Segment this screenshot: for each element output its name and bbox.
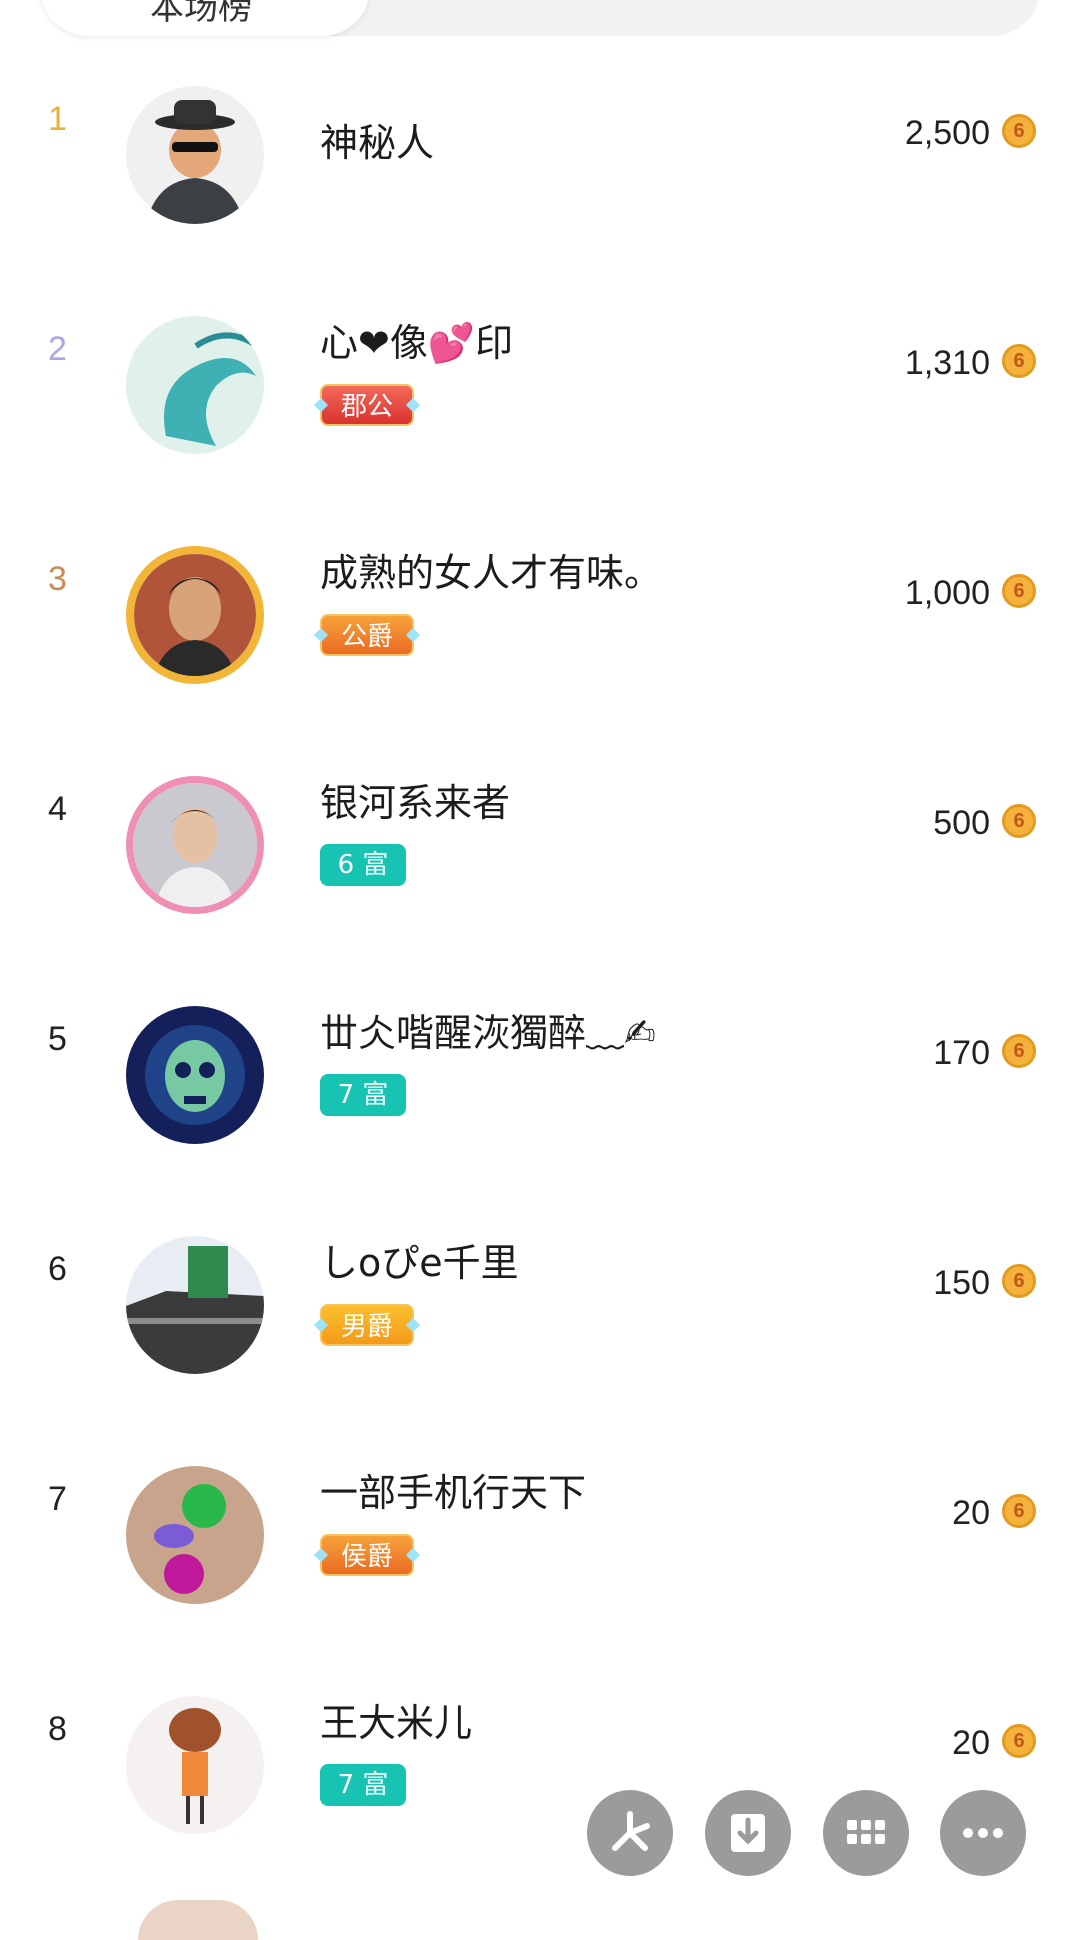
list-item[interactable]: 7 一部手机行天下 侯爵 20 6 (0, 1420, 1080, 1650)
more-button[interactable] (940, 1790, 1026, 1876)
list-item[interactable]: 3 成熟的女人才有味。 公爵 1,000 6 (0, 500, 1080, 730)
list-item[interactable]: 4 银河系来者 6 富 500 6 (0, 730, 1080, 960)
leaderboard-tabs: 本场榜 (40, 0, 1040, 36)
avatar[interactable] (126, 1236, 264, 1374)
list-item[interactable]: 6 しoぴe千里 男爵 150 6 (0, 1190, 1080, 1420)
noble-badge: 公爵 (313, 614, 421, 656)
pinwheel-button[interactable] (587, 1790, 673, 1876)
tab-label-current-session: 本场榜 (150, 0, 252, 28)
avatar[interactable] (126, 316, 264, 454)
user-name: しoぴe千里 (320, 1241, 519, 1285)
download-button[interactable] (705, 1790, 791, 1876)
more-icon (963, 1828, 1003, 1838)
noble-badge: 侯爵 (313, 1534, 421, 1576)
tab-current-session[interactable]: 本场榜 (40, 0, 370, 36)
grid-icon (847, 1820, 885, 1844)
grid-button[interactable] (823, 1790, 909, 1876)
user-name: 王大米儿 (320, 1701, 473, 1745)
score-value: 150 (933, 1264, 990, 1302)
score-value: 170 (933, 1034, 990, 1072)
noble-badge: 郡公 (313, 384, 421, 426)
list-item[interactable]: 8 王大米儿 7 富 20 6 (0, 1650, 1080, 1880)
avatar[interactable] (126, 546, 264, 684)
coin-icon: 6 (1002, 1264, 1036, 1298)
avatar[interactable] (126, 1466, 264, 1604)
rank-number: 1 (48, 100, 67, 138)
avatar[interactable] (126, 1006, 264, 1144)
coin-icon: 6 (1002, 1034, 1036, 1068)
rank-number: 2 (48, 330, 67, 368)
wealth-level-badge: 7 富 (320, 1074, 406, 1116)
rank-number: 5 (48, 1020, 67, 1058)
noble-badge: 男爵 (313, 1304, 421, 1346)
pinwheel-icon (612, 1811, 650, 1851)
score-value: 1,310 (904, 344, 990, 382)
list-item[interactable]: 1 神秘人 2,500 6 (0, 40, 1080, 270)
coin-icon: 6 (1002, 1724, 1036, 1758)
wealth-level-badge: 7 富 (320, 1764, 406, 1806)
score-value: 500 (933, 804, 990, 842)
rank-number: 4 (48, 790, 67, 828)
coin-icon: 6 (1002, 114, 1036, 148)
user-name: 一部手机行天下 (320, 1471, 587, 1515)
score-value: 1,000 (904, 574, 990, 612)
avatar[interactable] (126, 776, 264, 914)
score-value: 20 (952, 1724, 990, 1762)
avatar[interactable] (126, 1696, 264, 1834)
coin-icon: 6 (1002, 574, 1036, 608)
score-value: 2,500 (904, 114, 990, 152)
rank-number: 3 (48, 560, 67, 598)
coin-icon: 6 (1002, 1494, 1036, 1528)
list-item[interactable]: 5 丗仌喈醒洃獨醉﹏✍ 7 富 170 6 (0, 960, 1080, 1190)
user-name: 心❤像💕印 (320, 321, 514, 365)
avatar[interactable] (138, 1900, 258, 1940)
rank-number: 8 (48, 1710, 67, 1748)
list-item[interactable]: 2 心❤像💕印 郡公 1,310 6 (0, 270, 1080, 500)
rank-number: 7 (48, 1480, 67, 1518)
avatar[interactable] (126, 86, 264, 224)
download-icon (731, 1814, 765, 1852)
score-value: 20 (952, 1494, 990, 1532)
user-name: 银河系来者 (320, 781, 511, 825)
user-name: 丗仌喈醒洃獨醉﹏✍ (320, 1011, 656, 1055)
wealth-level-badge: 6 富 (320, 844, 406, 886)
rank-number: 6 (48, 1250, 67, 1288)
user-name: 成熟的女人才有味。 (320, 551, 663, 595)
user-name: 神秘人 (320, 121, 435, 165)
coin-icon: 6 (1002, 344, 1036, 378)
coin-icon: 6 (1002, 804, 1036, 838)
